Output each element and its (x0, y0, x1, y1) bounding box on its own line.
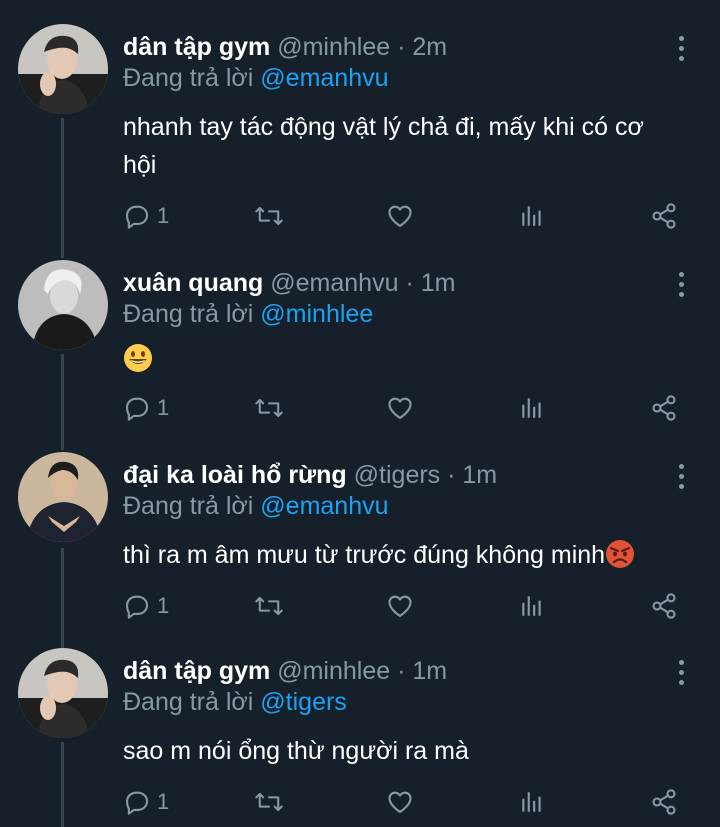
reply-mention[interactable]: @emanhvu (260, 492, 388, 520)
heart-icon (388, 397, 412, 419)
reply-count: 1 (157, 395, 170, 420)
display-name[interactable]: xuân quang (123, 269, 263, 297)
reply-icon (126, 595, 149, 619)
tweet[interactable]: dân tập gym @minhlee · 2m Đang trả lời @… (0, 24, 720, 244)
analytics-button[interactable] (519, 196, 545, 236)
reply-mention[interactable]: @emanhvu (260, 64, 388, 92)
reply-count: 1 (157, 593, 170, 618)
tweet-text: nhanh tay tác động vật lý chả đi, mấy kh… (123, 113, 644, 179)
tweet-header: dân tập gym @minhlee · 2m (123, 30, 447, 64)
tweet-header: xuân quang @emanhvu · 1m (123, 266, 455, 300)
reply-count: 1 (157, 203, 170, 228)
analytics-button[interactable] (519, 782, 545, 822)
more-vertical-icon[interactable] (672, 34, 692, 64)
tweet-header: dân tập gym @minhlee · 1m (123, 654, 447, 688)
separator: · (405, 269, 414, 297)
reply-prefix: Đang trả lời (123, 492, 254, 520)
reply-context: Đang trả lời @emanhvu (123, 61, 389, 95)
grinning-face-emoji (124, 344, 152, 373)
retweet-icon (255, 792, 283, 812)
separator: · (447, 461, 456, 489)
tweet-actions: 1 (0, 196, 720, 236)
reply-prefix: Đang trả lời (123, 688, 254, 716)
reply-count: 1 (157, 789, 170, 814)
display-name[interactable]: dân tập gym (123, 657, 270, 685)
reply-icon (126, 791, 149, 815)
timestamp[interactable]: 1m (462, 461, 497, 489)
tweet-body: thì ra m âm mưu từ trước đúng không minh (123, 536, 683, 574)
timestamp[interactable]: 1m (421, 269, 456, 297)
retweet-button[interactable] (254, 196, 284, 236)
heart-icon (388, 791, 412, 813)
reply-context: Đang trả lời @tigers (123, 685, 347, 719)
timestamp[interactable]: 2m (412, 33, 447, 61)
timestamp[interactable]: 1m (412, 657, 447, 685)
like-button[interactable] (386, 586, 414, 626)
analytics-icon (522, 596, 541, 616)
tweet[interactable]: dân tập gym @minhlee · 1m Đang trả lời @… (0, 648, 720, 827)
avatar[interactable] (18, 24, 108, 114)
reply-icon (126, 397, 149, 421)
more-vertical-icon[interactable] (672, 658, 692, 688)
analytics-button[interactable] (519, 388, 545, 428)
tweet-text: sao m nói ổng thừ người ra mà (123, 737, 469, 765)
share-button[interactable] (650, 586, 678, 626)
heart-icon (388, 205, 412, 227)
retweet-button[interactable] (254, 388, 284, 428)
like-button[interactable] (386, 196, 414, 236)
tweet[interactable]: xuân quang @emanhvu · 1m Đang trả lời @m… (0, 260, 720, 446)
separator: · (397, 657, 406, 685)
retweet-icon (255, 206, 283, 226)
avatar[interactable] (18, 648, 108, 738)
analytics-icon (522, 398, 541, 418)
share-icon (652, 789, 676, 815)
display-name[interactable]: dân tập gym (123, 33, 270, 61)
username[interactable]: @minhlee (277, 33, 390, 61)
reply-icon (126, 205, 149, 229)
retweet-button[interactable] (254, 782, 284, 822)
tweet-text: thì ra m âm mưu từ trước đúng không minh (123, 541, 606, 569)
heart-icon (388, 595, 412, 617)
reply-button[interactable]: 1 (123, 782, 169, 822)
username[interactable]: @emanhvu (270, 269, 398, 297)
avatar[interactable] (18, 452, 108, 542)
tweet-actions: 1 (0, 388, 720, 428)
reply-context: Đang trả lời @minhlee (123, 297, 373, 331)
tweet-text (123, 338, 683, 376)
share-button[interactable] (650, 196, 678, 236)
reply-button[interactable]: 1 (123, 196, 169, 236)
share-icon (652, 593, 676, 619)
retweet-icon (255, 398, 283, 418)
share-button[interactable] (650, 388, 678, 428)
tweet-actions: 1 (0, 586, 720, 626)
like-button[interactable] (386, 782, 414, 822)
share-button[interactable] (650, 782, 678, 822)
avatar[interactable] (18, 260, 108, 350)
reply-mention[interactable]: @minhlee (260, 300, 373, 328)
analytics-icon (522, 206, 541, 226)
more-vertical-icon[interactable] (672, 270, 692, 300)
display-name[interactable]: đại ka loài hổ rừng (123, 461, 347, 489)
username[interactable]: @minhlee (277, 657, 390, 685)
tweet-header: đại ka loài hổ rừng @tigers · 1m (123, 458, 497, 492)
reply-prefix: Đang trả lời (123, 300, 254, 328)
reply-button[interactable]: 1 (123, 388, 169, 428)
retweet-button[interactable] (254, 586, 284, 626)
reply-button[interactable]: 1 (123, 586, 169, 626)
analytics-icon (522, 792, 541, 812)
tweet-actions: 1 (0, 782, 720, 822)
like-button[interactable] (386, 388, 414, 428)
angry-face-emoji (606, 540, 635, 568)
more-vertical-icon[interactable] (672, 462, 692, 492)
username[interactable]: @tigers (354, 461, 441, 489)
reply-prefix: Đang trả lời (123, 64, 254, 92)
share-icon (652, 203, 676, 229)
reply-mention[interactable]: @tigers (260, 688, 347, 716)
separator: · (397, 33, 406, 61)
analytics-button[interactable] (519, 586, 545, 626)
share-icon (652, 395, 676, 421)
retweet-icon (255, 596, 283, 616)
reply-context: Đang trả lời @emanhvu (123, 489, 389, 523)
tweet[interactable]: đại ka loài hổ rừng @tigers · 1m Đang tr… (0, 452, 720, 642)
